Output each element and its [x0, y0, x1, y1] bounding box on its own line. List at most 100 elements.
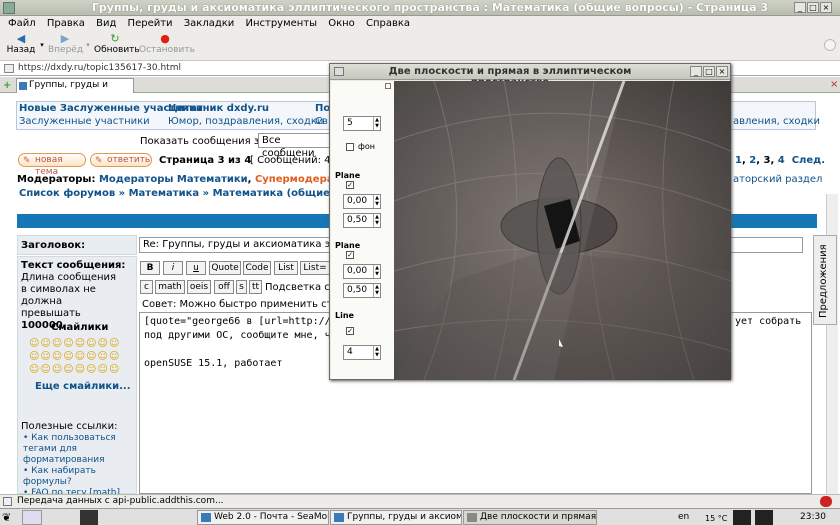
page-2-link[interactable]: 2 [749, 155, 756, 166]
close-icon[interactable]: × [820, 2, 832, 13]
close-tab-icon[interactable]: × [830, 79, 838, 90]
background-checkbox[interactable] [346, 143, 354, 151]
count-spinner[interactable]: 5 ▲ ▼ [343, 116, 381, 131]
start-menu-icon[interactable]: ❦ [2, 510, 18, 525]
breadcrumb-math[interactable]: Математика [129, 188, 200, 199]
render-canvas[interactable] [394, 81, 731, 380]
menu-file[interactable]: Файл [8, 16, 36, 31]
link-third[interactable]: По [315, 103, 330, 114]
italic-button[interactable]: i [163, 261, 183, 275]
menu-go[interactable]: Перейти [128, 16, 173, 31]
menu-edit[interactable]: Правка [47, 16, 85, 31]
spinner-arrows-icon[interactable]: ▲ ▼ [373, 346, 380, 359]
moderators-math-link[interactable]: Модераторы Математики [99, 174, 248, 185]
math-button[interactable]: math [155, 280, 185, 294]
link-right-sub[interactable]: авления, сходки [733, 116, 820, 127]
link-honored[interactable]: Заслуженные участники [19, 116, 150, 127]
next-page-link[interactable]: След. [792, 155, 825, 166]
window-titlebar[interactable]: Группы, груды и аксиоматика эллиптическо… [0, 0, 840, 27]
stop-button[interactable]: ● Остановить [139, 32, 195, 56]
spinner-arrows-icon[interactable]: ▲ ▼ [373, 117, 380, 130]
line-spinner[interactable]: 4 ▲ ▼ [343, 345, 381, 360]
plane2-checkbox[interactable]: ✓ [346, 251, 354, 259]
breadcrumb-forums[interactable]: Список форумов [19, 188, 115, 199]
link-how-to-tags[interactable]: • Как пользоваться тегами для форматиров… [23, 433, 133, 466]
forward-button[interactable]: ▶ Вперёд [48, 33, 83, 56]
spinner-arrows-icon[interactable]: ▲ ▼ [373, 214, 380, 227]
pagination: 1, 2, 3, 4 След. [735, 155, 826, 166]
plane1-spinner-a[interactable]: 0,00 ▲ ▼ [343, 194, 381, 209]
menu-bookmarks[interactable]: Закладки [184, 16, 235, 31]
suggestions-sidetab[interactable]: Предложения [813, 235, 837, 325]
link-third-sub[interactable]: Св [315, 116, 328, 127]
show-messages-select[interactable]: Все сообщени [258, 133, 334, 159]
plane1-spinner-b[interactable]: 0,50 ▲ ▼ [343, 213, 381, 228]
dialog-menu-icon[interactable] [334, 67, 344, 76]
quote-button[interactable]: Quote [209, 261, 241, 275]
new-topic-button[interactable]: ✎ новая тема [18, 153, 86, 177]
plane1-checkbox[interactable]: ✓ [346, 181, 354, 189]
menu-view[interactable]: Вид [96, 16, 116, 31]
link-citatnik[interactable]: Цитатник dxdy.ru [168, 103, 269, 114]
plane2-spinner-b[interactable]: 0,50 ▲ ▼ [343, 283, 381, 298]
dialog-window[interactable]: Две плоскости и прямая в эллиптическом п… [329, 63, 731, 380]
underline-button[interactable]: u [186, 261, 206, 275]
tab-current[interactable]: Группы, груды и аксио... [16, 78, 134, 103]
new-tab-icon[interactable]: + [3, 80, 11, 91]
link-humor[interactable]: Юмор, поздравления, сходки [168, 116, 323, 127]
list-eq-button[interactable]: List= [300, 261, 330, 275]
keyboard-layout[interactable]: en [678, 512, 689, 522]
spinner-arrows-icon[interactable]: ▲ ▼ [373, 195, 380, 208]
tray-icon-2[interactable] [755, 510, 773, 525]
page-1-link[interactable]: 1 [735, 155, 742, 166]
taskbar-dialog[interactable]: Две плоскости и прямая ... [463, 510, 597, 525]
maximize-icon[interactable]: □ [807, 2, 819, 13]
code-button[interactable]: Code [243, 261, 271, 275]
smilies-grid[interactable]: ☺☺☺☺☺☺☺☺ ☺☺☺☺☺☺☺☺ ☺☺☺☺☺☺☺☺ [29, 337, 129, 376]
page-4-link[interactable]: 4 [778, 155, 785, 166]
menu-help[interactable]: Справка [366, 16, 410, 31]
menu-window[interactable]: Окно [328, 16, 355, 31]
weather-temp: 15 °C [705, 514, 728, 523]
link-formulas[interactable]: • Как набирать формулы? [23, 466, 133, 488]
spinner-arrows-icon[interactable]: ▲ ▼ [373, 284, 380, 297]
spinner-arrows-icon[interactable]: ▲ ▼ [373, 265, 380, 278]
tip-text: Совет: Можно быстро применить стили [142, 299, 352, 310]
off-button[interactable]: off [214, 280, 234, 294]
forward-dropdown-icon[interactable]: ▾ [84, 41, 92, 49]
minimize-icon[interactable]: _ [794, 2, 806, 13]
oeis-button[interactable]: oeis [187, 280, 211, 294]
dialog-titlebar[interactable]: Две плоскости и прямая в эллиптическом п… [330, 64, 730, 88]
taskbar-forum[interactable]: Группы, груды и аксиома... [330, 510, 462, 525]
desktop-icon[interactable] [22, 510, 42, 525]
dialog-close-icon[interactable]: × [716, 66, 728, 77]
reload-button[interactable]: ↻ Обновить [94, 33, 140, 56]
page-indicator: Страница 3 из 4 [159, 155, 252, 166]
panel-resize-icon[interactable] [385, 83, 391, 89]
taskbar-mail[interactable]: Web 2.0 - Почта - SeaMon... [197, 510, 329, 525]
s-button[interactable]: s [236, 280, 247, 294]
app-icon[interactable] [3, 2, 15, 14]
plane2-spinner-a[interactable]: 0,00 ▲ ▼ [343, 264, 381, 279]
site-icon [4, 64, 14, 73]
dialog-minimize-icon[interactable]: _ [690, 66, 702, 77]
c-button[interactable]: c [140, 280, 153, 294]
dialog-maximize-icon[interactable]: □ [703, 66, 715, 77]
line-checkbox[interactable]: ✓ [346, 327, 354, 335]
more-smilies-link[interactable]: Еще смайлики... [35, 381, 131, 392]
useful-links-list: • Как пользоваться тегами для форматиров… [23, 433, 133, 499]
dialog-app-icon [467, 513, 477, 522]
tt-button[interactable]: tt [249, 280, 262, 294]
url-text[interactable]: https://dxdy.ru/topic135617-30.html [18, 63, 181, 73]
terminal-icon[interactable] [80, 510, 98, 525]
reply-button[interactable]: ✎ ответить [90, 153, 152, 167]
back-button[interactable]: ◀ Назад [6, 33, 36, 56]
stop-icon: ● [160, 32, 170, 45]
bold-button[interactable]: B [140, 261, 160, 275]
reply-icon: ✎ [95, 156, 103, 166]
tray-icon-1[interactable] [733, 510, 751, 525]
back-dropdown-icon[interactable]: ▾ [38, 41, 46, 49]
moderators-right-link[interactable]: аторский раздел [733, 174, 822, 185]
menu-tools[interactable]: Инструменты [245, 16, 317, 31]
list-button[interactable]: List [274, 261, 298, 275]
